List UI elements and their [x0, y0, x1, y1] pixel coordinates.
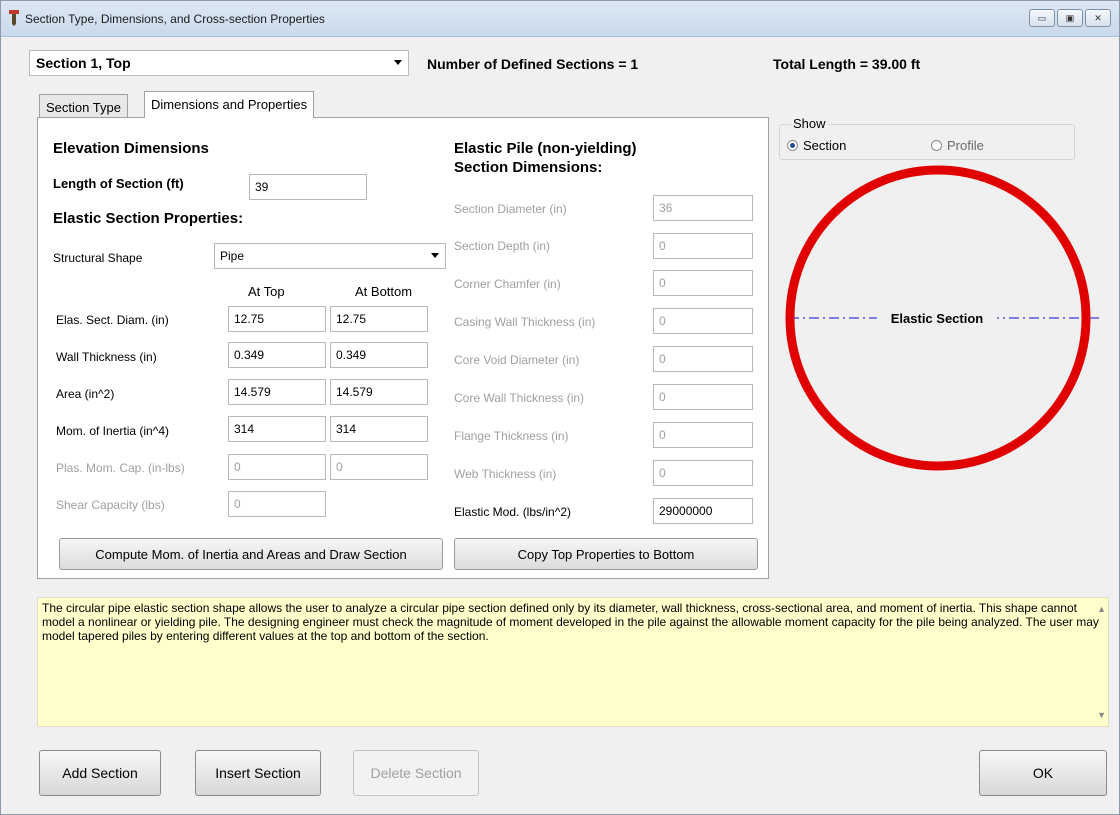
compute-button[interactable]: Compute Mom. of Inertia and Areas and Dr…: [59, 538, 443, 570]
elastic-mod-field[interactable]: 29000000: [653, 498, 753, 524]
pile-field[interactable]: 0: [653, 233, 753, 259]
pile-field[interactable]: 0: [653, 308, 753, 334]
pile-field[interactable]: 0: [653, 460, 753, 486]
prop-top-field[interactable]: 314: [228, 416, 326, 442]
prop-bottom-field[interactable]: 0: [330, 454, 428, 480]
title-bar: Section Type, Dimensions, and Cross-sect…: [1, 1, 1119, 37]
elastic-pile-title-2: Section Dimensions:: [454, 159, 603, 176]
length-field[interactable]: 39: [249, 174, 367, 200]
section-dropdown-value: Section 1, Top: [36, 55, 131, 71]
radio-off-icon: [931, 140, 942, 151]
dialog-window: Section Type, Dimensions, and Cross-sect…: [0, 0, 1120, 815]
scroll-up-icon[interactable]: ▲: [1097, 602, 1106, 616]
pile-label: Core Void Diameter (in): [454, 353, 580, 367]
close-icon[interactable]: ✕: [1085, 9, 1111, 27]
prop-bottom-field[interactable]: 314: [330, 416, 428, 442]
pile-field[interactable]: 0: [653, 346, 753, 372]
prop-label: Area (in^2): [56, 387, 115, 401]
show-legend: Show: [791, 116, 828, 131]
radio-section-label: Section: [803, 138, 847, 153]
elastic-section-label: Elastic Section: [891, 311, 984, 326]
add-section-button[interactable]: Add Section: [39, 750, 161, 796]
prop-bottom-field[interactable]: 14.579: [330, 379, 428, 405]
radio-section[interactable]: Section: [787, 138, 846, 153]
elastic-pile-title-1: Elastic Pile (non-yielding): [454, 140, 637, 157]
prop-bottom-field[interactable]: 0.349: [330, 342, 428, 368]
total-length: Total Length = 39.00 ft: [773, 56, 921, 72]
prop-top-field[interactable]: 12.75: [228, 306, 326, 332]
length-label: Length of Section (ft): [53, 176, 184, 191]
shape-dropdown[interactable]: Pipe: [214, 243, 446, 269]
maximize-icon[interactable]: ▣: [1057, 9, 1083, 27]
shape-label: Structural Shape: [53, 251, 143, 265]
window-title: Section Type, Dimensions, and Cross-sect…: [25, 12, 325, 26]
section-dropdown[interactable]: Section 1, Top: [29, 50, 409, 76]
num-defined-sections: Number of Defined Sections = 1: [427, 56, 639, 72]
dialog-content: Section 1, Top Number of Defined Section…: [1, 38, 1119, 814]
pile-label: Section Depth (in): [454, 239, 551, 253]
elastic-props-title: Elastic Section Properties:: [53, 210, 244, 227]
pile-field[interactable]: 36: [653, 195, 753, 221]
pile-field[interactable]: 0: [653, 270, 753, 296]
chevron-down-icon: [431, 253, 439, 258]
prop-top-field[interactable]: 0: [228, 454, 326, 480]
prop-bottom-field[interactable]: 12.75: [330, 306, 428, 332]
ok-button[interactable]: OK: [979, 750, 1107, 796]
prop-top-field[interactable]: 0.349: [228, 342, 326, 368]
col-top-label: At Top: [248, 284, 285, 299]
prop-label: Mom. of Inertia (in^4): [56, 424, 169, 438]
pile-label: Core Wall Thickness (in): [454, 391, 585, 405]
shape-dropdown-value: Pipe: [220, 249, 245, 263]
tab-section-type[interactable]: Section Type: [39, 94, 128, 118]
shear-field[interactable]: 0: [228, 491, 326, 517]
app-icon: [9, 10, 19, 26]
pile-label: Flange Thickness (in): [454, 429, 569, 443]
section-drawing: Elastic Section: [785, 165, 1099, 471]
scroll-down-icon[interactable]: ▼: [1097, 708, 1106, 722]
chevron-down-icon: [394, 60, 402, 65]
description-text: The circular pipe elastic section shape …: [42, 601, 1099, 643]
dimensions-panel: Elevation Dimensions Length of Section (…: [37, 117, 769, 579]
tab-dimensions-properties[interactable]: Dimensions and Properties: [144, 91, 315, 118]
pile-field[interactable]: 0: [653, 422, 753, 448]
prop-label: Elas. Sect. Diam. (in): [56, 313, 169, 327]
prop-label: Plas. Mom. Cap. (in-lbs): [56, 461, 185, 475]
prop-top-field[interactable]: 14.579: [228, 379, 326, 405]
prop-label: Wall Thickness (in): [56, 350, 157, 364]
window-controls: ▭ ▣ ✕: [1029, 9, 1111, 27]
copy-top-to-bottom-button[interactable]: Copy Top Properties to Bottom: [454, 538, 758, 570]
pile-label: Casing Wall Thickness (in): [454, 315, 596, 329]
shear-label: Shear Capacity (lbs): [56, 498, 165, 512]
col-bottom-label: At Bottom: [355, 284, 413, 299]
pile-label: Web Thickness (in): [454, 467, 557, 481]
minimize-icon[interactable]: ▭: [1029, 9, 1055, 27]
pile-field[interactable]: 0: [653, 384, 753, 410]
pile-label: Section Diameter (in): [454, 202, 567, 216]
pile-label: Corner Chamfer (in): [454, 277, 561, 291]
radio-profile-label: Profile: [947, 138, 984, 153]
radio-profile[interactable]: Profile: [931, 138, 984, 153]
delete-section-button[interactable]: Delete Section: [353, 750, 479, 796]
description-box[interactable]: The circular pipe elastic section shape …: [37, 597, 1109, 727]
pile-label: Elastic Mod. (lbs/in^2): [454, 505, 571, 519]
radio-on-icon: [787, 140, 798, 151]
insert-section-button[interactable]: Insert Section: [195, 750, 321, 796]
elevation-title: Elevation Dimensions: [53, 140, 209, 157]
